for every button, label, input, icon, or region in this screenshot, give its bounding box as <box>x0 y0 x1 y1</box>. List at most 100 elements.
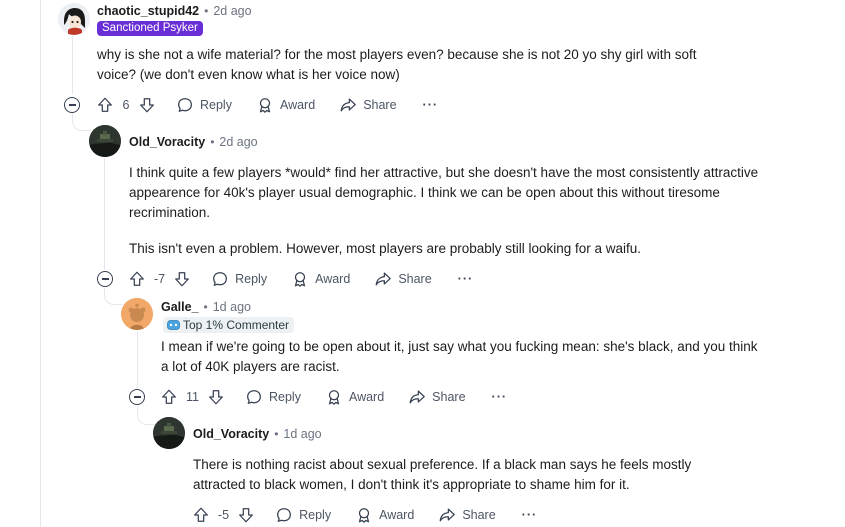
share-label: Share <box>462 508 496 522</box>
comment-paragraph: I think quite a few players *would* find… <box>129 165 759 220</box>
vote-count: -5 <box>218 508 230 522</box>
downvote-button[interactable] <box>207 388 225 406</box>
separator: • <box>210 135 215 149</box>
more-icon[interactable]: ··· <box>458 272 474 286</box>
award-icon <box>256 96 274 114</box>
comment-body: I mean if we're going to be open about i… <box>161 337 761 377</box>
share-button[interactable]: Share <box>374 270 432 288</box>
reply-label: Reply <box>268 390 301 404</box>
reply-label: Reply <box>235 272 268 286</box>
reply-icon <box>275 506 293 524</box>
user-flair: Sanctioned Psyker <box>97 21 203 36</box>
award-button[interactable]: Award <box>355 506 414 524</box>
reply-icon <box>245 388 263 406</box>
username[interactable]: chaotic_stupid42 <box>97 4 199 18</box>
timestamp[interactable]: 2d ago <box>213 4 251 18</box>
share-label: Share <box>363 98 397 112</box>
award-label: Award <box>315 272 351 286</box>
comment-body: There is nothing racist about sexual pre… <box>193 455 733 495</box>
top-commenter-icon <box>167 320 180 330</box>
downvote-button[interactable] <box>138 96 156 114</box>
reply-button[interactable]: Reply <box>176 96 232 114</box>
vote-count: -7 <box>154 272 166 286</box>
upvote-icon <box>96 96 114 114</box>
downvote-icon <box>138 96 156 114</box>
username[interactable]: Galle_ <box>161 300 199 314</box>
upvote-icon <box>128 270 146 288</box>
reply-button[interactable]: Reply <box>245 388 301 406</box>
award-label: Award <box>379 508 415 522</box>
award-button[interactable]: Award <box>291 270 350 288</box>
share-button[interactable]: Share <box>438 506 496 524</box>
award-label: Award <box>348 390 385 404</box>
downvote-button[interactable] <box>173 270 191 288</box>
award-label: Award <box>279 98 316 112</box>
thread-line <box>104 158 105 270</box>
share-button[interactable]: Share <box>339 96 397 114</box>
share-icon <box>438 506 456 524</box>
timestamp[interactable]: 2d ago <box>219 135 257 149</box>
upvote-button[interactable] <box>128 270 146 288</box>
thread-elbow <box>72 112 91 131</box>
separator: • <box>204 4 209 18</box>
comment-body: why is she not a wife material? for the … <box>97 45 737 85</box>
award-icon <box>325 388 343 406</box>
reply-button[interactable]: Reply <box>275 506 331 524</box>
comment-paragraph: I mean if we're going to be open about i… <box>161 339 758 374</box>
comment-actions: -5 Reply Award Share ··· <box>192 504 537 526</box>
comment-actions: 11 Reply Award Share ··· <box>160 386 507 408</box>
timestamp[interactable]: 1d ago <box>213 300 251 314</box>
thread-elbow <box>104 288 123 305</box>
downvote-icon <box>237 506 255 524</box>
avatar[interactable] <box>89 125 121 157</box>
comment-paragraph: This isn't even a problem. However, most… <box>129 241 642 256</box>
separator: • <box>274 427 279 441</box>
upvote-icon <box>160 388 178 406</box>
share-label: Share <box>432 390 466 404</box>
more-icon[interactable]: ··· <box>522 508 538 522</box>
downvote-icon <box>173 270 191 288</box>
comment-meta: chaotic_stupid42 • 2d ago <box>97 1 252 21</box>
vote-count: 6 <box>122 98 130 112</box>
comment-actions: 6 Reply Award Share ··· <box>96 94 438 116</box>
upvote-button[interactable] <box>160 388 178 406</box>
more-icon[interactable]: ··· <box>423 98 439 112</box>
share-icon <box>339 96 357 114</box>
comment-meta: Galle_ • 1d ago <box>161 297 251 317</box>
avatar[interactable] <box>121 298 153 330</box>
comment-meta: Old_Voracity • 1d ago <box>193 424 322 444</box>
comment-actions: -7 Reply Award Share ··· <box>128 268 473 290</box>
award-icon <box>291 270 309 288</box>
upvote-icon <box>192 506 210 524</box>
comment-paragraph: why is she not a wife material? for the … <box>97 47 697 82</box>
award-button[interactable]: Award <box>256 96 315 114</box>
share-button[interactable]: Share <box>408 388 466 406</box>
collapse-icon[interactable] <box>97 271 113 287</box>
avatar[interactable] <box>153 417 185 449</box>
award-icon <box>355 506 373 524</box>
award-button[interactable]: Award <box>325 388 384 406</box>
reply-icon <box>176 96 194 114</box>
flair-label: Top 1% Commenter <box>183 318 290 332</box>
separator: • <box>203 300 208 314</box>
thread-line <box>72 36 73 94</box>
thread-line <box>137 332 138 388</box>
reply-label: Reply <box>299 508 332 522</box>
upvote-button[interactable] <box>192 506 210 524</box>
username[interactable]: Old_Voracity <box>193 427 269 441</box>
reply-button[interactable]: Reply <box>211 270 267 288</box>
comment-body: I think quite a few players *would* find… <box>129 163 769 259</box>
downvote-icon <box>207 388 225 406</box>
reply-label: Reply <box>200 98 232 112</box>
avatar[interactable] <box>58 3 90 35</box>
timestamp[interactable]: 1d ago <box>283 427 321 441</box>
downvote-button[interactable] <box>237 506 255 524</box>
thread-elbow <box>137 406 156 425</box>
collapse-icon[interactable] <box>129 389 145 405</box>
user-flair: Top 1% Commenter <box>163 317 295 333</box>
username[interactable]: Old_Voracity <box>129 135 205 149</box>
collapse-icon[interactable] <box>64 97 80 113</box>
share-icon <box>374 270 392 288</box>
more-icon[interactable]: ··· <box>492 390 508 404</box>
upvote-button[interactable] <box>96 96 114 114</box>
